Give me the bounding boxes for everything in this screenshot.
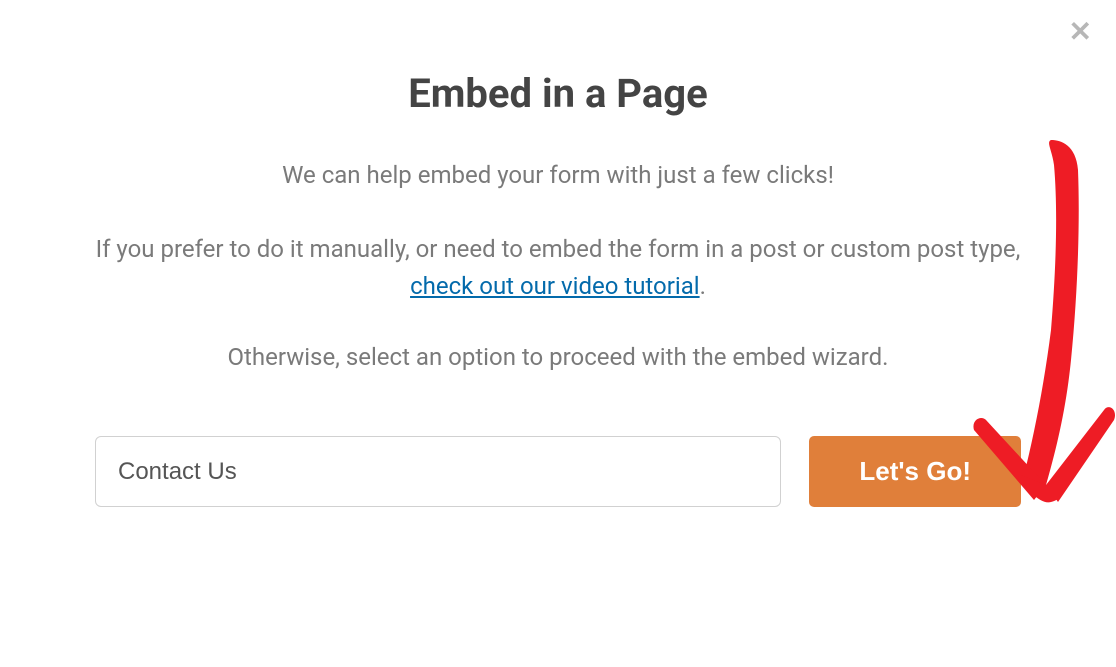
modal-paragraph-wizard: Otherwise, select an option to proceed w… — [95, 339, 1021, 376]
modal-subtitle: We can help embed your form with just a … — [95, 159, 1021, 193]
video-tutorial-link[interactable]: check out our video tutorial — [410, 272, 700, 300]
lets-go-button[interactable]: Let's Go! — [809, 436, 1021, 507]
paragraph-text-post: . — [700, 272, 706, 300]
paragraph-text-pre: If you prefer to do it manually, or need… — [96, 235, 1021, 263]
embed-modal: ✕ Embed in a Page We can help embed your… — [0, 0, 1116, 667]
close-icon[interactable]: ✕ — [1069, 18, 1092, 46]
modal-paragraph-manual: If you prefer to do it manually, or need… — [95, 231, 1021, 305]
page-name-input[interactable] — [95, 436, 781, 507]
modal-title: Embed in a Page — [95, 70, 1021, 117]
embed-form-row: Let's Go! — [95, 436, 1021, 507]
